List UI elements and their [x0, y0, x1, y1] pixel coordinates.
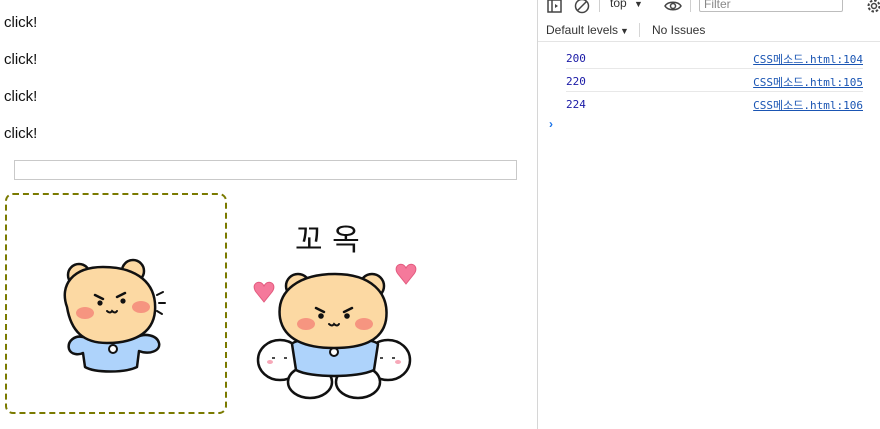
console-log-row: 224 CSS메소드.html:106	[566, 93, 863, 115]
toolbar-divider	[690, 0, 691, 12]
devtools-console-panel: top ▼ Filter Default levels▼ No Issues	[537, 0, 880, 429]
log-source-link[interactable]: CSS메소드.html:105	[753, 74, 863, 90]
click-text-1[interactable]: click!	[4, 14, 37, 31]
context-label: top	[610, 0, 627, 10]
sidebar-toggle-icon[interactable]	[546, 0, 564, 15]
click-text-4[interactable]: click!	[4, 125, 37, 142]
log-levels-dropdown[interactable]: Default levels ▼	[546, 23, 629, 37]
console-log-row: 220 CSS메소드.html:105	[566, 70, 863, 92]
levels-bar: Default levels ▼ No Issues	[538, 20, 880, 42]
console-prompt[interactable]: ›	[549, 117, 553, 131]
filter-placeholder: Filter	[704, 0, 731, 11]
filter-input[interactable]: Filter	[699, 0, 843, 12]
bear-hug-sticker[interactable]: 꼬 옥	[240, 212, 425, 402]
issues-indicator[interactable]: No Issues	[652, 23, 705, 37]
screen: click! click! click! click! 꼬 옥 top ▼ Fi…	[0, 0, 880, 429]
log-value: 224	[566, 98, 586, 111]
log-source-link[interactable]: CSS메소드.html:104	[753, 51, 863, 67]
sticker-caption: 꼬 옥	[295, 223, 360, 258]
toolbar-divider	[599, 0, 600, 12]
text-input[interactable]	[14, 160, 517, 180]
log-value: 220	[566, 75, 586, 88]
bear-sticker[interactable]	[45, 255, 175, 380]
console-log-row: 200 CSS메소드.html:104	[566, 47, 863, 69]
gear-icon[interactable]	[865, 0, 880, 15]
caret-down-icon: ▼	[620, 26, 629, 36]
eye-icon[interactable]	[664, 0, 682, 15]
log-value: 200	[566, 52, 586, 65]
console-toolbar: top ▼ Filter	[538, 0, 880, 18]
log-levels-label: Default levels	[546, 23, 619, 37]
levels-divider	[639, 23, 640, 37]
clear-console-icon[interactable]	[573, 0, 591, 15]
click-text-3[interactable]: click!	[4, 88, 37, 105]
click-text-2[interactable]: click!	[4, 51, 37, 68]
chevron-down-icon: ▼	[634, 0, 643, 9]
context-selector[interactable]: top ▼	[610, 0, 643, 10]
log-source-link[interactable]: CSS메소드.html:106	[753, 97, 863, 113]
page-viewport: click! click! click! click! 꼬 옥	[0, 0, 537, 429]
